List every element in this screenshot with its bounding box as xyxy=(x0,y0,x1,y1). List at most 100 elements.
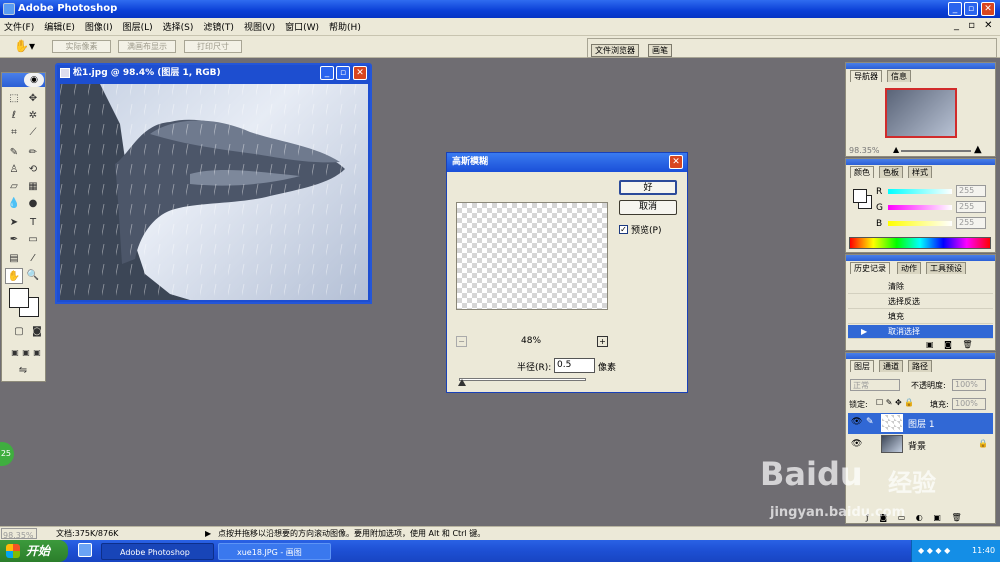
taskbar-item-paint[interactable]: xue18.JPG - 画图 xyxy=(218,543,331,560)
move-tool-icon[interactable]: ✥ xyxy=(24,91,42,107)
menu-file[interactable]: 文件(F) xyxy=(4,20,34,33)
dialog-close-button[interactable]: ✕ xyxy=(669,155,683,169)
clone-stamp-tool-icon[interactable]: ♙ xyxy=(5,162,23,178)
history-item[interactable]: 清除 xyxy=(848,280,993,294)
g-slider[interactable] xyxy=(888,205,952,210)
pen-tool-icon[interactable]: ✒ xyxy=(5,232,23,248)
slice-tool-icon[interactable]: ⟋ xyxy=(24,125,42,141)
new-snapshot-icon[interactable]: ◙ xyxy=(944,340,952,349)
fit-screen-button[interactable]: 满画布显示 xyxy=(118,40,176,53)
preview-checkbox[interactable]: ✓ xyxy=(619,225,628,234)
print-size-button[interactable]: 打印尺寸 xyxy=(184,40,242,53)
zoom-out-button[interactable]: − xyxy=(456,336,467,347)
mdi-restore-icon[interactable]: ▫ xyxy=(968,20,975,31)
zoom-tool-icon[interactable]: 🔍 xyxy=(24,268,42,284)
tab-tool-presets[interactable]: 工具预设 xyxy=(926,262,966,274)
shape-tool-icon[interactable]: ▭ xyxy=(24,232,42,248)
crop-tool-icon[interactable]: ⌗ xyxy=(5,125,23,141)
color-fg-swatch[interactable] xyxy=(853,189,867,203)
lasso-tool-icon[interactable]: ℓ xyxy=(5,108,23,124)
menu-window[interactable]: 窗口(W) xyxy=(285,20,319,33)
tab-navigator[interactable]: 导航器 xyxy=(850,70,882,82)
zoom-in-button[interactable]: + xyxy=(597,336,608,347)
healing-brush-tool-icon[interactable]: ✎ xyxy=(5,145,23,161)
delete-history-icon[interactable]: 🗑 xyxy=(962,340,972,349)
tab-swatches[interactable]: 色板 xyxy=(879,166,903,178)
doc-minimize-button[interactable]: _ xyxy=(320,66,334,80)
radius-slider-thumb[interactable] xyxy=(457,379,466,386)
dialog-title-bar[interactable]: 高斯模糊 xyxy=(447,153,687,172)
eyedropper-tool-icon[interactable]: ⁄ xyxy=(24,251,42,267)
navigator-zoom-slider[interactable] xyxy=(901,150,971,152)
tab-actions[interactable]: 动作 xyxy=(897,262,921,274)
history-item-selected[interactable]: 取消选择 xyxy=(848,325,993,339)
menu-select[interactable]: 选择(S) xyxy=(163,20,194,33)
document-canvas[interactable] xyxy=(60,84,368,300)
zoom-in-small-icon[interactable]: ▲ xyxy=(974,144,982,155)
menu-layer[interactable]: 图层(L) xyxy=(123,20,153,33)
g-value-input[interactable]: 255 xyxy=(956,201,986,213)
new-document-icon[interactable]: ▣ xyxy=(926,340,934,349)
menu-filter[interactable]: 滤镜(T) xyxy=(203,20,234,33)
mdi-minimize-icon[interactable]: _ xyxy=(954,20,959,31)
layer-name[interactable]: 图层 1 xyxy=(908,417,935,430)
navigator-thumbnail[interactable] xyxy=(885,88,957,138)
brush-link-icon[interactable]: ✎ xyxy=(866,417,874,427)
zoom-out-small-icon[interactable]: ▲ xyxy=(893,145,899,154)
quicklaunch-icon[interactable] xyxy=(78,543,92,557)
r-value-input[interactable]: 255 xyxy=(956,185,986,197)
status-arrow-icon[interactable]: ▶ xyxy=(205,527,211,540)
restore-button[interactable]: ▫ xyxy=(964,2,978,16)
b-value-input[interactable]: 255 xyxy=(956,217,986,229)
taskbar-item-photoshop[interactable]: Adobe Photoshop xyxy=(101,543,214,560)
screen-mode-3-icon[interactable]: ▣ xyxy=(28,345,46,361)
tab-color[interactable]: 颜色 xyxy=(850,166,874,178)
blur-tool-icon[interactable]: 💧 xyxy=(5,196,23,212)
mdi-close-icon[interactable]: ✕ xyxy=(984,20,992,31)
quick-mask-icon[interactable]: ◙ xyxy=(28,324,46,340)
navigator-zoom-value[interactable]: 98.35% xyxy=(849,146,880,155)
blur-preview-area[interactable] xyxy=(456,202,608,310)
marquee-tool-icon[interactable]: ⬚ xyxy=(5,91,23,107)
ok-button[interactable]: 好 xyxy=(619,180,677,195)
side-badge[interactable]: 25 xyxy=(0,442,14,466)
tab-styles[interactable]: 样式 xyxy=(908,166,932,178)
notes-tool-icon[interactable]: ▤ xyxy=(5,251,23,267)
minimize-button[interactable]: _ xyxy=(948,2,962,16)
history-brush-tool-icon[interactable]: ⟲ xyxy=(24,162,42,178)
hand-tool-preset-icon[interactable]: ✋▾ xyxy=(14,39,35,53)
color-spectrum-bar[interactable] xyxy=(849,237,991,249)
menu-view[interactable]: 视图(V) xyxy=(244,20,275,33)
b-slider[interactable] xyxy=(888,221,952,226)
radius-slider-track[interactable] xyxy=(459,378,586,381)
tab-paths[interactable]: 路径 xyxy=(908,360,932,372)
close-button[interactable]: ✕ xyxy=(981,2,995,16)
eye-icon[interactable]: 👁 xyxy=(851,439,862,449)
doc-maximize-button[interactable]: ▫ xyxy=(336,66,350,80)
tab-channels[interactable]: 通道 xyxy=(879,360,903,372)
radius-input[interactable]: 0.5 xyxy=(554,358,595,373)
menu-edit[interactable]: 编辑(E) xyxy=(44,20,75,33)
tray-icons[interactable]: ◆ ◆ ◆ ◆ xyxy=(918,540,950,562)
file-browser-tab[interactable]: 文件浏览器 xyxy=(591,44,639,57)
eye-icon[interactable]: 👁 xyxy=(851,417,862,427)
foreground-color-swatch[interactable] xyxy=(9,288,29,308)
status-zoom[interactable]: 98.35% xyxy=(1,528,37,540)
dodge-tool-icon[interactable]: ● xyxy=(24,196,42,212)
opacity-input[interactable]: 100% xyxy=(952,379,986,391)
imageready-jump-icon[interactable]: ⇋ xyxy=(14,363,32,379)
cancel-button[interactable]: 取消 xyxy=(619,200,677,215)
standard-mode-icon[interactable]: ▢ xyxy=(10,324,28,340)
eraser-tool-icon[interactable]: ▱ xyxy=(5,179,23,195)
hand-tool-icon[interactable]: ✋ xyxy=(5,268,23,284)
path-selection-tool-icon[interactable]: ➤ xyxy=(5,215,23,231)
brushes-tab[interactable]: 画笔 xyxy=(648,44,672,57)
tab-history[interactable]: 历史记录 xyxy=(850,262,890,274)
gradient-tool-icon[interactable]: ▦ xyxy=(24,179,42,195)
menu-help[interactable]: 帮助(H) xyxy=(329,20,361,33)
r-slider[interactable] xyxy=(888,189,952,194)
adobe-logo-icon[interactable]: ◉ xyxy=(24,73,44,87)
actual-pixels-button[interactable]: 实际像素 xyxy=(52,40,111,53)
tab-info[interactable]: 信息 xyxy=(887,70,911,82)
tab-layers[interactable]: 图层 xyxy=(850,360,874,372)
